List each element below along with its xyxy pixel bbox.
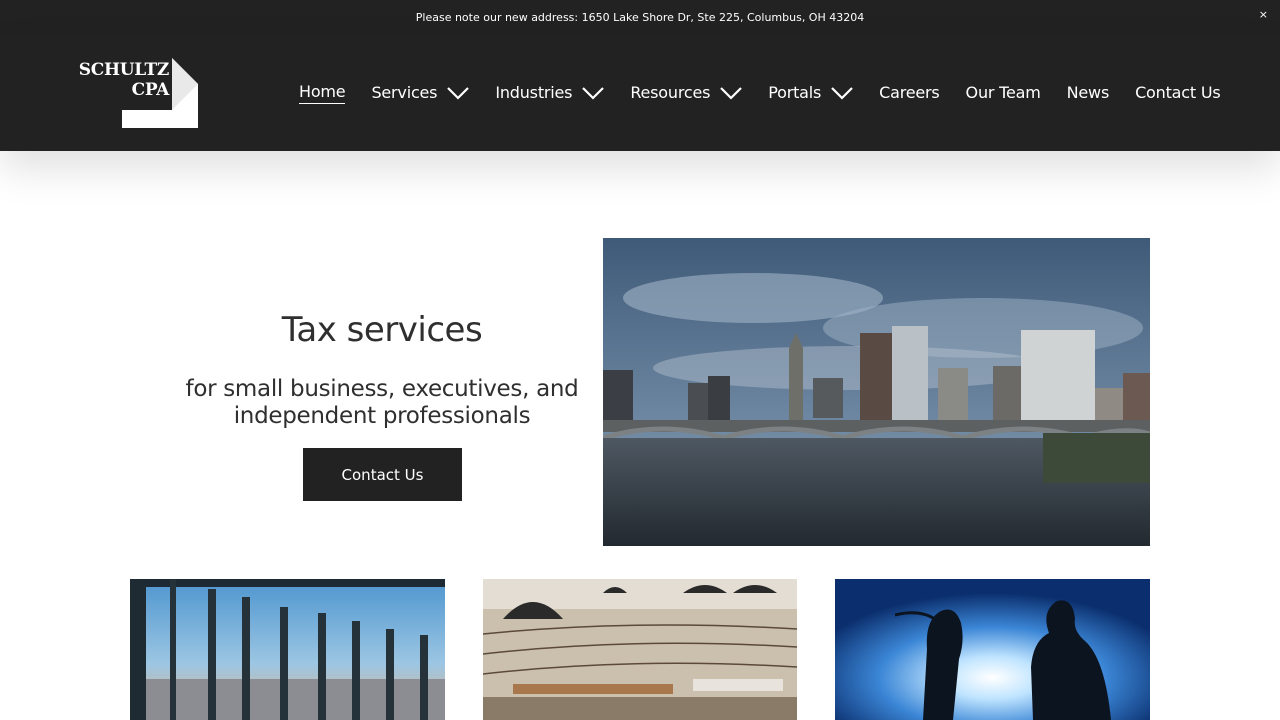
contact-us-button[interactable]: Contact Us (303, 448, 462, 501)
close-icon[interactable]: × (1259, 8, 1268, 21)
nav-home[interactable]: Home (299, 82, 346, 104)
nav-resources[interactable]: Resources (630, 83, 743, 102)
nav-portals[interactable]: Portals (768, 83, 853, 102)
nav-label-portals: Portals (768, 83, 822, 102)
office-windows-image (130, 579, 445, 720)
hero-title: Tax services (281, 310, 483, 350)
nav-label-resources: Resources (630, 83, 711, 102)
city-skyline-image (603, 238, 1150, 546)
nav-label-services: Services (371, 83, 438, 102)
nav-careers[interactable]: Careers (879, 83, 940, 102)
chevron-down-icon[interactable] (720, 86, 743, 100)
hero-text-block: Tax services for small business, executi… (170, 310, 594, 430)
nav-label-our-team: Our Team (965, 83, 1041, 102)
main-nav: Home Services Industries Resources Porta… (299, 34, 1221, 151)
nav-label-industries: Industries (495, 83, 573, 102)
silhouettes-image (835, 579, 1150, 720)
nav-our-team[interactable]: Our Team (966, 83, 1041, 102)
chevron-down-icon[interactable] (831, 86, 853, 100)
nav-label-careers: Careers (879, 83, 940, 102)
nav-services[interactable]: Services (371, 83, 470, 102)
nav-news[interactable]: News (1066, 83, 1110, 102)
announcement-bar: Please note our new address: 1650 Lake S… (0, 0, 1280, 34)
nav-industries[interactable]: Industries (495, 83, 605, 102)
nav-label-contact-us: Contact Us (1135, 83, 1221, 102)
nav-label-home: Home (299, 82, 346, 104)
site-header: SCHULTZ CPA Home Services Industries Res… (0, 34, 1280, 151)
nav-label-news: News (1066, 83, 1110, 102)
chevron-down-icon[interactable] (447, 86, 470, 100)
logo[interactable]: SCHULTZ CPA (76, 58, 200, 128)
announcement-text: Please note our new address: 1650 Lake S… (415, 10, 865, 24)
nav-contact-us[interactable]: Contact Us (1135, 83, 1221, 102)
chevron-down-icon[interactable] (582, 86, 605, 100)
coworking-space-image (483, 579, 797, 720)
hero-subtitle: for small business, executives, and inde… (185, 376, 579, 429)
logo-line-1: SCHULTZ (78, 60, 170, 80)
logo-line-2: CPA (131, 80, 170, 100)
